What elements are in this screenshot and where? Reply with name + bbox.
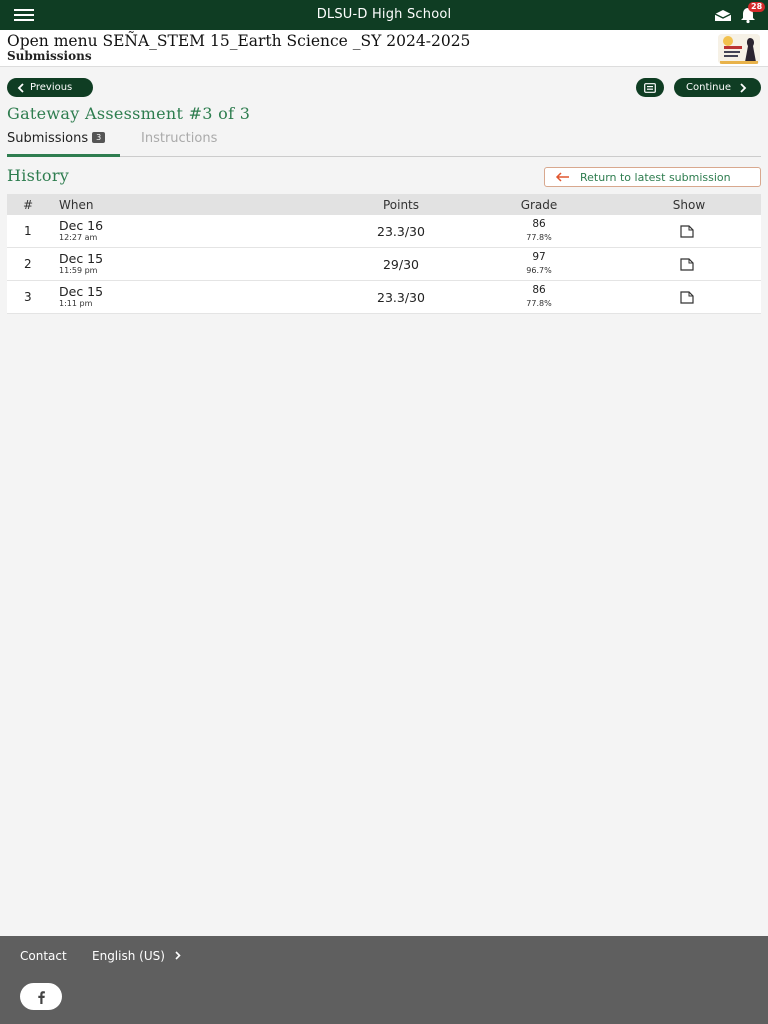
top-bar: DLSU-D High School 28 bbox=[0, 0, 768, 30]
submission-date: Dec 15 bbox=[59, 251, 104, 266]
school-name: DLSU-D High School bbox=[316, 7, 452, 22]
tab-bar: Submissions 3 Instructions bbox=[7, 128, 761, 157]
tab-submissions-label: Submissions bbox=[7, 131, 89, 146]
return-label: Return to latest submission bbox=[580, 170, 731, 184]
header-when: When bbox=[59, 198, 94, 212]
submission-percent: 77.8% bbox=[526, 233, 552, 242]
mail-icon[interactable] bbox=[714, 9, 732, 22]
submission-percent: 96.7% bbox=[526, 266, 552, 275]
tab-submissions[interactable]: Submissions 3 bbox=[7, 131, 120, 157]
course-header: Open menu SEÑA_STEM 15_Earth Science _SY… bbox=[0, 30, 768, 67]
submission-points: 23.3/30 bbox=[377, 224, 425, 239]
notification-badge: 28 bbox=[748, 2, 766, 12]
table-row: 3 Dec 15 1:11 pm 23.3/30 86 77.8% bbox=[7, 281, 761, 314]
header-grade: Grade bbox=[520, 198, 558, 212]
arrow-left-icon bbox=[555, 172, 569, 182]
facebook-button[interactable] bbox=[20, 983, 62, 1010]
language-selector[interactable]: English (US) bbox=[92, 949, 181, 963]
contact-link[interactable]: Contact bbox=[20, 949, 67, 963]
row-number: 2 bbox=[24, 257, 32, 271]
submission-date: Dec 15 bbox=[59, 284, 104, 299]
history-title: History bbox=[7, 166, 70, 185]
assessment-title: Gateway Assessment #3 of 3 bbox=[7, 104, 251, 123]
continue-button[interactable]: Continue bbox=[674, 78, 761, 97]
chevron-right-icon bbox=[175, 951, 181, 960]
table-row: 1 Dec 16 12:27 am 23.3/30 86 77.8% bbox=[7, 215, 761, 248]
table-row: 2 Dec 15 11:59 pm 29/30 97 96.7% bbox=[7, 248, 761, 281]
header-number: # bbox=[23, 198, 34, 212]
submission-time: 1:11 pm bbox=[59, 299, 93, 308]
page-subtitle: Submissions bbox=[7, 49, 92, 63]
header-points: Points bbox=[382, 198, 420, 212]
submission-grade: 86 bbox=[532, 284, 546, 296]
footer: Contact English (US) bbox=[0, 936, 768, 1024]
tab-instructions[interactable]: Instructions bbox=[141, 131, 217, 146]
submission-date: Dec 16 bbox=[59, 218, 104, 233]
chevron-right-icon bbox=[740, 82, 747, 93]
language-label: English (US) bbox=[92, 949, 165, 963]
submission-percent: 77.8% bbox=[526, 299, 552, 308]
course-title[interactable]: Open menu SEÑA_STEM 15_Earth Science _SY… bbox=[7, 32, 470, 50]
submission-time: 12:27 am bbox=[59, 233, 98, 242]
show-submission-icon[interactable] bbox=[680, 258, 694, 271]
print-icon bbox=[644, 82, 656, 93]
show-submission-icon[interactable] bbox=[680, 291, 694, 304]
course-avatar[interactable] bbox=[718, 34, 760, 64]
print-button[interactable] bbox=[636, 78, 664, 97]
chevron-left-icon bbox=[17, 82, 24, 93]
header-show: Show bbox=[672, 198, 706, 212]
previous-label: Previous bbox=[30, 82, 73, 93]
previous-button[interactable]: Previous bbox=[7, 78, 93, 97]
return-to-latest-button[interactable]: Return to latest submission bbox=[544, 167, 761, 187]
facebook-icon bbox=[38, 990, 45, 1004]
submission-points: 29/30 bbox=[382, 257, 420, 272]
continue-label: Continue bbox=[686, 82, 731, 93]
show-submission-icon[interactable] bbox=[680, 225, 694, 238]
row-number: 1 bbox=[24, 224, 32, 238]
table-header: # When Points Grade Show bbox=[7, 194, 761, 215]
submissions-table: # When Points Grade Show 1 Dec 16 12:27 … bbox=[7, 194, 761, 314]
submission-time: 11:59 pm bbox=[59, 266, 98, 275]
submission-grade: 97 bbox=[532, 251, 546, 263]
row-number: 3 bbox=[24, 290, 32, 304]
submissions-count-badge: 3 bbox=[92, 132, 106, 143]
submission-points: 23.3/30 bbox=[377, 290, 425, 305]
submission-grade: 86 bbox=[532, 218, 546, 230]
